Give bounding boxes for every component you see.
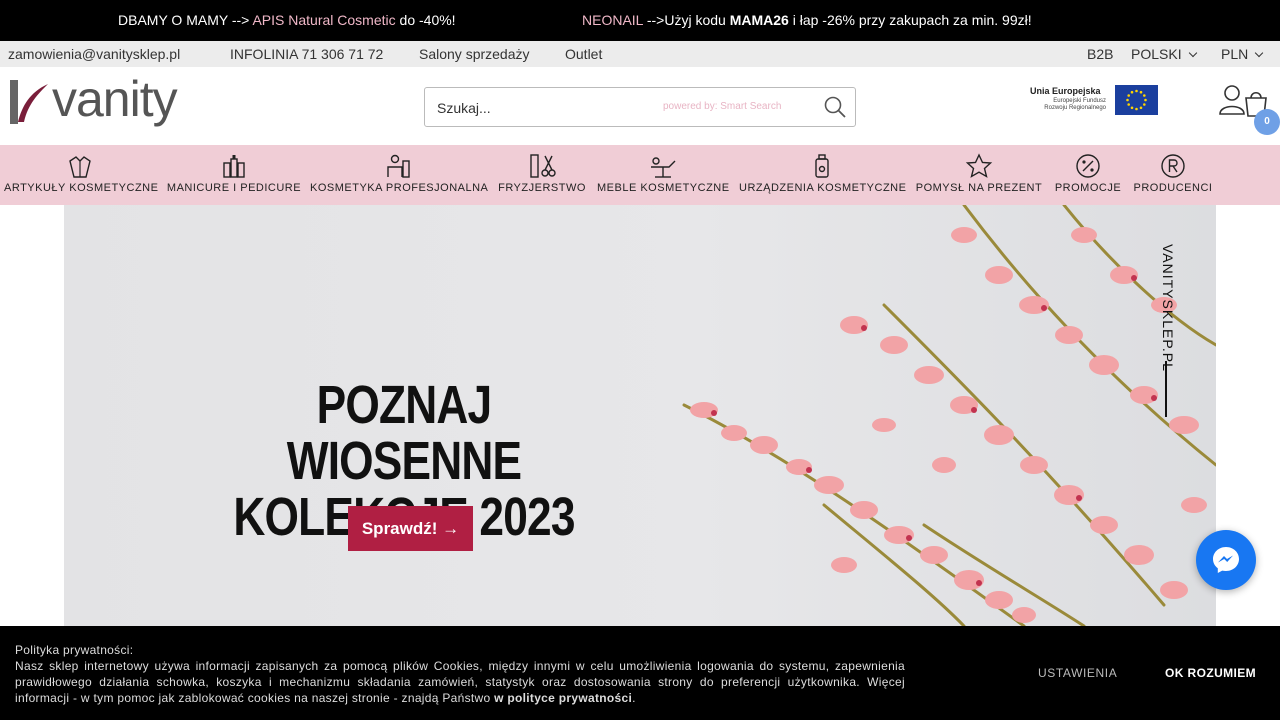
currency-select[interactable]: PLN — [1221, 46, 1264, 62]
logo[interactable]: vanity — [8, 71, 200, 134]
eu-line2: Rozwoju Regionalnego — [1044, 105, 1106, 111]
hotline-link[interactable]: INFOLINIA 71 306 71 72 — [230, 46, 383, 62]
category-hairdressing[interactable]: FRYZJERSTWO — [497, 145, 587, 205]
promo-neonail-text1: -->Użyj kodu — [646, 12, 726, 28]
salons-link[interactable]: Salony sprzedaży — [419, 46, 530, 62]
promo-neonail-text2: i łap -26% przy zakupach za min. 99zł! — [792, 12, 1032, 28]
language-value: POLSKI — [1131, 46, 1182, 62]
percent-badge-icon — [1076, 154, 1100, 178]
messenger-chat-button[interactable] — [1196, 530, 1256, 590]
category-promotions[interactable]: PROMOCJE — [1053, 145, 1123, 205]
cosmetics-icon — [69, 156, 91, 178]
hero-vertical-text: VANITYSKLEP.PL — [1160, 244, 1176, 372]
chevron-down-icon — [1254, 48, 1264, 58]
nail-polish-icon — [223, 155, 245, 178]
privacy-policy-link[interactable]: w polityce prywatności — [494, 691, 632, 705]
cookie-accept-button[interactable]: OK ROZUMIEM — [1165, 666, 1256, 680]
cart-count-badge[interactable]: 0 — [1254, 109, 1280, 135]
eu-subtitle: Europejski Fundusz Rozwoju Regionalnego — [1036, 98, 1106, 112]
cookie-settings-button[interactable]: USTAWIENIA — [1038, 666, 1117, 680]
messenger-icon — [1213, 547, 1239, 573]
category-label: PRODUCENCI — [1133, 182, 1213, 194]
info-bar: zamowienia@vanitysklep.pl INFOLINIA 71 3… — [0, 41, 1280, 67]
hero-cta-button[interactable]: Sprawdź! → — [348, 506, 473, 551]
category-label: KOSMETYKA PROFESJONALNA — [310, 182, 489, 194]
b2b-link[interactable]: B2B — [1087, 46, 1113, 62]
logo-mark-icon — [10, 80, 48, 124]
registered-icon — [1161, 154, 1185, 178]
cookie-heading: Polityka prywatności: — [15, 643, 134, 657]
hero-banner[interactable]: POZNAJ WIOSENNE KOLEKCJE 2023 Sprawdź! →… — [64, 205, 1216, 626]
cookie-end: . — [632, 691, 636, 705]
language-select[interactable]: POLSKI — [1131, 46, 1197, 62]
eu-funding-logo: Unia Europejska Europejski Fundusz Rozwoj… — [1028, 84, 1160, 118]
eu-title: Unia Europejska — [1030, 86, 1101, 96]
cookie-text: Polityka prywatności: Nasz sklep interne… — [15, 642, 905, 706]
device-icon — [815, 154, 829, 178]
scissors-comb-icon — [530, 154, 556, 178]
category-gift[interactable]: POMYSŁ NA PREZENT — [915, 145, 1043, 205]
category-label: PROMOCJE — [1054, 182, 1122, 194]
search-input[interactable] — [437, 97, 647, 119]
promo-bar: DBAMY O MAMY --> APIS Natural Cosmetic d… — [0, 0, 1280, 41]
category-label: FRYZJERSTWO — [498, 182, 586, 194]
eu-line1: Europejski Fundusz — [1053, 98, 1106, 104]
currency-value: PLN — [1221, 46, 1249, 62]
promo-code: MAMA26 — [729, 12, 789, 28]
promo-apis[interactable]: DBAMY O MAMY --> APIS Natural Cosmetic d… — [118, 12, 456, 28]
promo-neonail[interactable]: NEONAIL -->Użyj kodu MAMA26 i łap -26% p… — [582, 12, 1032, 28]
search-box: powered by: Smart Search — [424, 87, 856, 127]
outlet-link[interactable]: Outlet — [565, 46, 602, 62]
category-cosmetics[interactable]: ARTYKUŁY KOSMETYCZNE — [4, 145, 159, 205]
category-manicure[interactable]: MANICURE I PEDICURE — [166, 145, 302, 205]
hero-title-line1: POZNAJ WIOSENNE — [286, 375, 522, 491]
logo-text: vanity — [52, 71, 178, 127]
search-icon[interactable] — [823, 95, 847, 119]
promo-apis-suffix: do -40%! — [399, 12, 456, 28]
category-professional[interactable]: KOSMETYKA PROFESJONALNA — [310, 145, 489, 205]
promo-neonail-brand: NEONAIL — [582, 12, 643, 28]
category-devices[interactable]: URZĄDZENIA KOSMETYCZNE — [739, 145, 907, 205]
hero-vertical-tag: VANITYSKLEP.PL — [1158, 241, 1178, 421]
cookie-banner: Polityka prywatności: Nasz sklep interne… — [0, 626, 1280, 720]
promo-apis-brand: APIS Natural Cosmetic — [252, 12, 396, 28]
hero-vertical-line — [1165, 361, 1167, 417]
category-producers[interactable]: PRODUCENCI — [1133, 145, 1213, 205]
category-label: MANICURE I PEDICURE — [166, 182, 302, 194]
category-label: ARTYKUŁY KOSMETYCZNE — [4, 182, 159, 194]
eu-flag-icon — [1115, 85, 1158, 115]
search-powered-by: powered by: Smart Search — [663, 101, 782, 112]
email-link[interactable]: zamowienia@vanitysklep.pl — [8, 46, 180, 62]
salon-bed-icon — [651, 157, 676, 178]
category-furniture[interactable]: MEBLE KOSMETYCZNE — [597, 145, 729, 205]
promo-apis-prefix: DBAMY O MAMY --> — [118, 12, 250, 28]
cookie-body: Nasz sklep internetowy używa informacji … — [15, 659, 905, 705]
chevron-down-icon — [1188, 48, 1197, 58]
category-nav: ARTYKUŁY KOSMETYCZNE MANICURE I PEDICURE… — [0, 145, 1280, 205]
star-icon — [965, 153, 993, 178]
category-label: MEBLE KOSMETYCZNE — [597, 182, 730, 194]
category-label: POMYSŁ NA PREZENT — [915, 182, 1043, 194]
professional-icon — [387, 154, 410, 178]
category-label: URZĄDZENIA KOSMETYCZNE — [739, 182, 907, 194]
